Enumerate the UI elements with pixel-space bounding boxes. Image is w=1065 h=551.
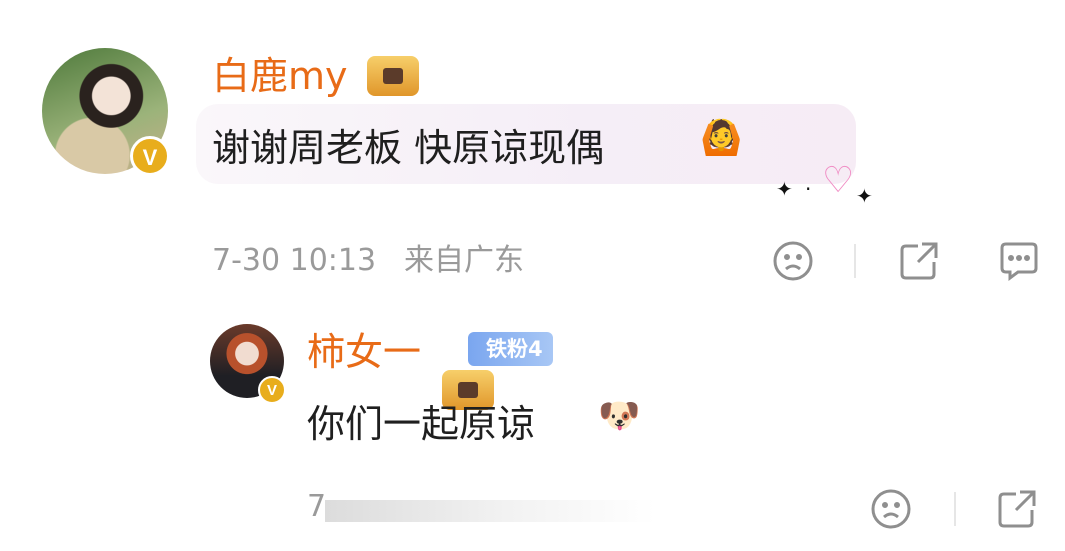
share-icon[interactable] [896,238,942,284]
comment-text: 谢谢周老板 快原谅现偶 [212,126,605,170]
heart-icon: ♡ [822,160,855,201]
divider [854,244,856,278]
sparkle-icon: ✦ [776,177,793,201]
emoji-icon: 🙆 [700,118,743,158]
verified-badge: V [258,376,286,404]
sad-face-icon[interactable] [868,486,914,532]
reply-username[interactable]: 柿女一 [307,332,421,372]
crown-badge-icon [367,56,419,96]
comment-username[interactable]: 白鹿my [212,56,348,96]
share-icon[interactable] [994,486,1040,532]
fan-badge: 铁粉4 [468,332,553,366]
sad-face-icon[interactable] [770,238,816,284]
dog-emoji-icon: 🐶 [598,396,641,436]
comment-location: 来自广东 [404,243,524,278]
comment-icon[interactable] [996,238,1042,284]
verified-badge: V [130,136,170,176]
sparkle-icon: ✦ [856,184,873,208]
fade-overlay [325,500,655,522]
comment-time: 7-30 10:13 [212,243,377,278]
reply-text: 你们一起原谅 [307,402,536,446]
sparkle-icon: · [805,177,812,201]
divider [954,492,956,526]
